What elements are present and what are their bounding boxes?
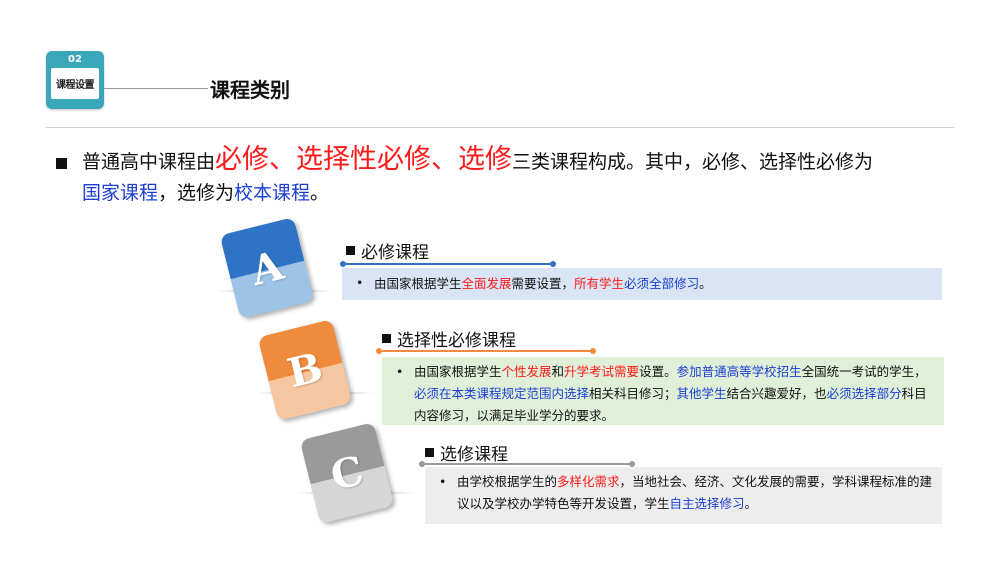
text-segment: 由学校根据学生的 xyxy=(457,474,558,489)
text-segment: 。 xyxy=(744,496,758,511)
section-heading-text: 选修课程 xyxy=(440,445,508,465)
underline-dot-right xyxy=(590,348,596,354)
heading-square-icon xyxy=(346,246,355,255)
section-text-required: 由国家根据学生全面发展需要设置，所有学生必须全部修习。 xyxy=(374,276,712,291)
heading-square-icon xyxy=(425,448,434,457)
box-bullet: • xyxy=(356,275,364,290)
section-heading-elective: 选修课程 xyxy=(425,440,508,465)
text-segment: 相关科目修习； xyxy=(589,386,677,401)
text-segment: 由国家根据学生 xyxy=(374,276,462,291)
text-segment: 个性发展 xyxy=(501,364,552,379)
intro-text: 普通高中课程由 xyxy=(82,151,216,173)
intro-text: 三类课程构成。其中，必修、选择性必修为 xyxy=(512,151,874,173)
intro-bullet-square xyxy=(56,158,67,169)
section-box-required: • 由国家根据学生全面发展需要设置，所有学生必须全部修习。 xyxy=(342,268,942,300)
text-segment: 其他学生 xyxy=(676,386,727,401)
intro-text: 。 xyxy=(310,182,330,204)
card-b: B xyxy=(257,319,353,421)
section-heading-text: 选择性必修课程 xyxy=(397,331,516,351)
badge-label: 课程设置 xyxy=(56,80,95,91)
text-segment: 必须在本类课程规定范围内选择 xyxy=(414,386,590,401)
text-segment: 设置。 xyxy=(639,364,677,379)
header-connector-line xyxy=(104,88,208,89)
box-bullet: • xyxy=(396,364,404,379)
heading-square-icon xyxy=(382,334,391,343)
text-segment: 必须全部修习 xyxy=(624,276,700,291)
underline-dot-left xyxy=(340,261,346,267)
section-box-elective: • 由学校根据学生的多样化需求，当地社会、经济、文化发展的需要，学科课程标准的建… xyxy=(425,467,942,524)
underline-dot-left xyxy=(376,348,382,354)
section-box-elective-required: • 由国家根据学生个性发展和升学考试需要设置。参加普通高等学校招生全国统一考试的… xyxy=(382,357,944,425)
section-underline-required xyxy=(346,263,554,265)
text-segment: 所有学生 xyxy=(574,276,625,291)
intro-text: ，选修为 xyxy=(158,182,235,204)
intro-school-course: 校本课程 xyxy=(234,182,311,204)
text-segment: 升学考试需要 xyxy=(564,364,640,379)
intro-national-course: 国家课程 xyxy=(82,182,159,204)
section-badge: 02 课程设置 xyxy=(46,51,104,109)
section-underline-elective xyxy=(425,463,633,465)
text-segment: 。 xyxy=(699,276,712,291)
section-text-elective-required: 由国家根据学生个性发展和升学考试需要设置。参加普通高等学校招生全国统一考试的学生… xyxy=(414,364,927,423)
text-segment: 全面发展 xyxy=(461,276,512,291)
text-segment: 需要设置， xyxy=(511,276,575,291)
text-segment: 全国统一考试的学生， xyxy=(801,364,927,379)
text-segment: 结合兴趣爱好，也 xyxy=(726,386,827,401)
intro-paragraph: 普通高中课程由必修、选择性必修、选修三类课程构成。其中，必修、选择性必修为国家课… xyxy=(82,144,962,209)
header-divider xyxy=(46,127,954,128)
text-segment: 自主选择修习 xyxy=(669,496,745,511)
card-a: A xyxy=(219,217,315,319)
underline-dot-right xyxy=(550,261,556,267)
section-heading-required: 必修课程 xyxy=(346,238,429,263)
badge-number: 02 xyxy=(68,54,82,65)
text-segment: 多样化需求 xyxy=(557,474,620,489)
intro-highlight: 必修、选择性必修、选修 xyxy=(215,144,513,175)
text-segment: 必须选择部分 xyxy=(826,386,902,401)
section-text-elective: 由学校根据学生的多样化需求，当地社会、经济、文化发展的需要，学科课程标准的建议以… xyxy=(457,474,932,511)
text-segment: 和 xyxy=(551,364,565,379)
section-underline-elective-required xyxy=(382,350,594,352)
section-heading-elective-required: 选择性必修课程 xyxy=(382,326,516,351)
section-heading-text: 必修课程 xyxy=(361,243,429,263)
badge-label-box: 课程设置 xyxy=(51,68,99,99)
text-segment: 参加普通高等学校招生 xyxy=(676,364,802,379)
page-title: 课程类别 xyxy=(210,78,290,102)
box-bullet: • xyxy=(439,474,447,489)
text-segment: 由国家根据学生 xyxy=(414,364,502,379)
card-c: C xyxy=(299,422,395,524)
